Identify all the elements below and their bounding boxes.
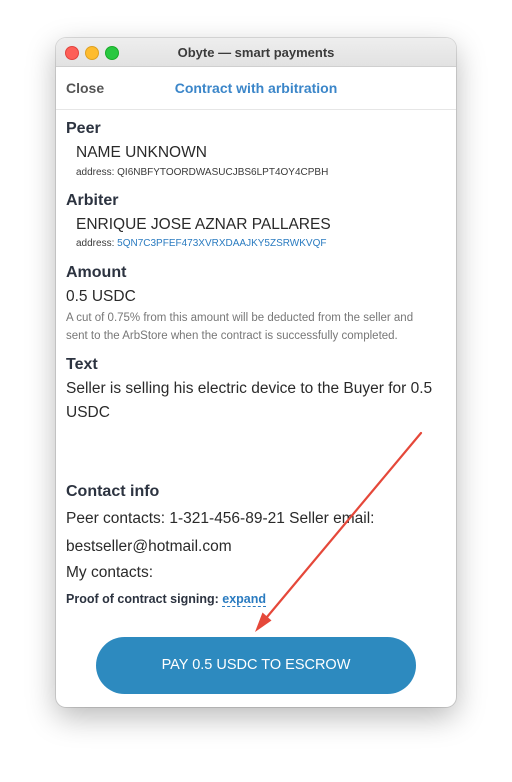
arbiter-address-link[interactable]: 5QN7C3PFEF473XVRXDAAJKY5ZSRWKVQF (117, 238, 326, 249)
proof-of-signing: Proof of contract signing: expand (66, 592, 267, 607)
peer-address-label: address: (76, 167, 115, 178)
text-heading: Text (66, 356, 98, 373)
peer-name: NAME UNKNOWN (76, 144, 207, 161)
peer-contacts: Peer contacts: 1-321-456-89-21 Seller em… (66, 510, 375, 527)
page-title: Contract with arbitration (174, 80, 338, 96)
amount-note: A cut of 0.75% from this amount will be … (66, 312, 414, 342)
arbiter-address-label: address: (76, 238, 115, 249)
amount-heading: Amount (66, 264, 127, 281)
title-bar: Obyte — smart payments (56, 38, 456, 67)
peer-heading: Peer (66, 120, 101, 137)
peer-address: address: QI6NBFYTOORDWASUCJBS6LPT4OY4CPB… (76, 167, 328, 178)
expand-link[interactable]: expand (222, 592, 267, 607)
peer-contacts-email: bestseller@hotmail.com (66, 538, 232, 555)
contract-text: Seller is selling his electric device to… (66, 380, 433, 421)
arbiter-address: address: 5QN7C3PFEF473XVRXDAAJKY5ZSRWKVQ… (76, 238, 326, 249)
app-window: Obyte — smart payments Close Contract wi… (56, 38, 456, 707)
my-contacts: My contacts: (66, 564, 153, 581)
window-title: Obyte — smart payments (177, 45, 335, 60)
contact-heading: Contact info (66, 483, 160, 500)
peer-address-value: QI6NBFYTOORDWASUCJBS6LPT4OY4CPBH (117, 167, 329, 178)
pay-escrow-button[interactable]: PAY 0.5 USDC TO ESCROW (96, 637, 416, 694)
nav-bar: Close Contract with arbitration (56, 67, 456, 110)
arbiter-name: ENRIQUE JOSE AZNAR PALLARES (76, 216, 331, 233)
arbiter-heading: Arbiter (66, 192, 119, 209)
amount-value: 0.5 USDC (66, 288, 136, 305)
proof-label: Proof of contract signing: (66, 592, 219, 606)
